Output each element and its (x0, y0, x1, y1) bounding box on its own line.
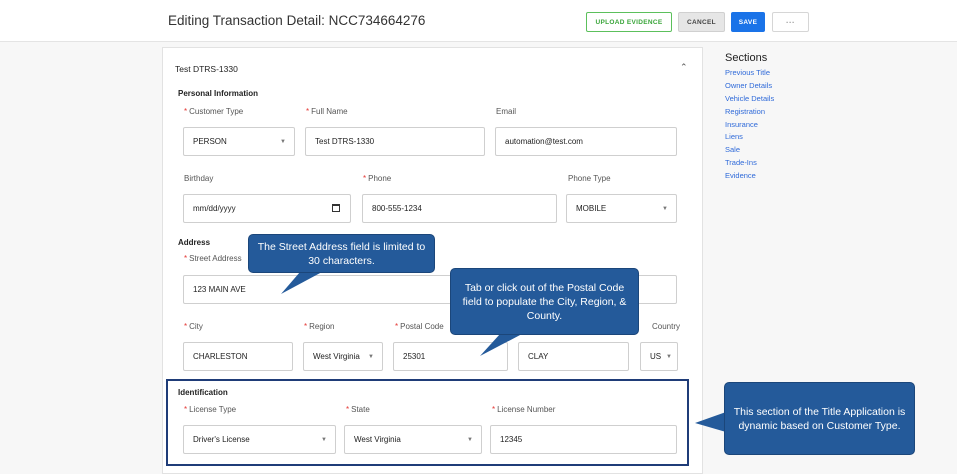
region-value: West Virginia (313, 352, 360, 361)
postal-code-value: 25301 (403, 352, 426, 361)
email-label: Email (496, 107, 517, 116)
email-value: automation@test.com (505, 137, 583, 146)
nav-link-evidence[interactable]: Evidence (725, 171, 756, 180)
page-title: Editing Transaction Detail: NCC734664276 (168, 13, 426, 28)
postal-code-input[interactable]: 25301 (393, 342, 508, 371)
street-address-value: 123 MAIN AVE (193, 285, 246, 294)
personal-info-heading: Personal Information (178, 89, 259, 98)
address-heading: Address (178, 238, 211, 247)
identification-highlight-box (166, 379, 689, 466)
birthday-placeholder: mm/dd/yyyy (193, 204, 236, 213)
city-value: CHARLESTON (193, 352, 248, 361)
more-options-button[interactable]: ··· (772, 12, 809, 32)
email-input[interactable]: automation@test.com (495, 127, 677, 156)
phone-input[interactable]: 800-555-1234 (362, 194, 557, 223)
phone-type-label: Phone Type (568, 174, 611, 183)
card-title: Test DTRS-1330 (175, 64, 238, 74)
nav-link-sale[interactable]: Sale (725, 145, 740, 154)
phone-type-value: MOBILE (576, 204, 607, 213)
phone-type-select[interactable]: MOBILE ▼ (566, 194, 677, 223)
chevron-down-icon: ▼ (666, 354, 672, 360)
country-value: US (650, 352, 662, 361)
phone-label: * Phone (363, 174, 392, 183)
nav-link-previous-title[interactable]: Previous Title (725, 68, 770, 77)
nav-link-insurance[interactable]: Insurance (725, 120, 758, 129)
region-label: * Region (304, 322, 335, 331)
save-button[interactable]: SAVE (731, 12, 765, 32)
customer-type-select[interactable]: PERSON ▼ (183, 127, 295, 156)
nav-link-liens[interactable]: Liens (725, 132, 743, 141)
county-value: CLAY (528, 352, 549, 361)
city-input[interactable]: CHARLESTON (183, 342, 293, 371)
identification-callout: This section of the Title Application is… (724, 382, 915, 455)
full-name-label: * Full Name (306, 107, 348, 116)
nav-link-registration[interactable]: Registration (725, 107, 765, 116)
chevron-down-icon: ▼ (662, 206, 668, 212)
customer-type-value: PERSON (193, 137, 227, 146)
nav-link-owner-details[interactable]: Owner Details (725, 81, 772, 90)
birthday-label: Birthday (184, 174, 214, 183)
city-label: * City (184, 322, 203, 331)
street-address-label: * Street Address (184, 254, 242, 263)
postal-code-callout: Tab or click out of the Postal Code fiel… (450, 268, 639, 335)
header-bar: Editing Transaction Detail: NCC734664276… (0, 0, 957, 42)
full-name-value: Test DTRS-1330 (315, 137, 375, 146)
birthday-input[interactable]: mm/dd/yyyy (183, 194, 351, 223)
nav-link-vehicle-details[interactable]: Vehicle Details (725, 94, 774, 103)
postal-code-label: * Postal Code (395, 322, 444, 331)
upload-evidence-button[interactable]: UPLOAD EVIDENCE (586, 12, 672, 32)
phone-value: 800-555-1234 (372, 204, 422, 213)
full-name-input[interactable]: Test DTRS-1330 (305, 127, 485, 156)
chevron-up-icon[interactable]: ⌃ (680, 62, 688, 73)
customer-type-label: * Customer Type (184, 107, 244, 116)
chevron-down-icon: ▼ (368, 354, 374, 360)
street-address-callout: The Street Address field is limited to 3… (248, 234, 435, 273)
country-label: Country (652, 322, 681, 331)
county-input[interactable]: CLAY (518, 342, 629, 371)
nav-link-trade-ins[interactable]: Trade-Ins (725, 158, 757, 167)
region-select[interactable]: West Virginia ▼ (303, 342, 383, 371)
country-select[interactable]: US ▼ (640, 342, 678, 371)
sections-nav-title: Sections (725, 52, 768, 64)
cancel-button[interactable]: CANCEL (678, 12, 725, 32)
chevron-down-icon: ▼ (280, 139, 286, 145)
calendar-icon[interactable] (332, 204, 340, 212)
